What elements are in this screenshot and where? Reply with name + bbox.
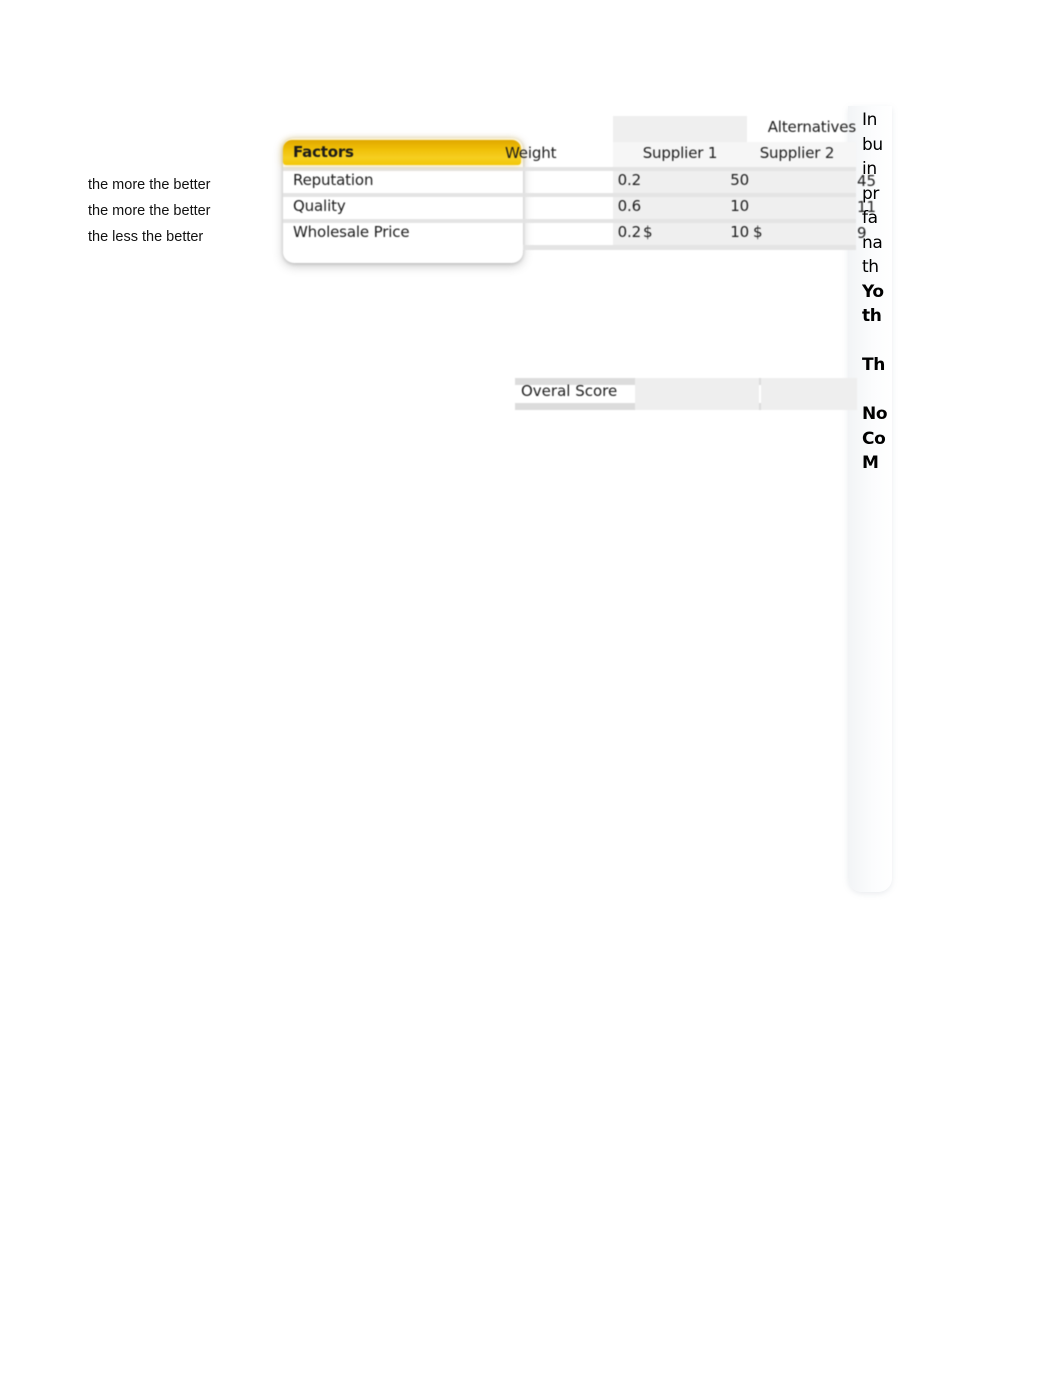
factor-name[interactable]: Reputation [293,171,373,189]
row-band [523,245,856,250]
note-line: fa [862,208,878,228]
annotation-row: the less the better [88,229,204,245]
note-line: in [862,159,877,179]
factors-header-label: Factors [293,143,354,161]
note-line: Yo [862,281,884,302]
factor-name[interactable]: Wholesale Price [293,223,410,241]
note-line: M [862,453,879,473]
overal-score-row: Overal Score [515,378,857,410]
weight-value[interactable]: 0.2 [601,223,642,241]
supplier-1-value[interactable]: 10 [683,223,749,241]
note-line: Co [862,428,886,449]
supplier-2-currency: $ [753,223,763,241]
note-spacer [862,329,896,354]
note-line: na [862,232,883,253]
supplier-2-header: Supplier 2 [759,144,835,162]
supplier-1-value[interactable]: 50 [683,171,749,189]
supplier-1-value[interactable]: 10 [683,197,749,215]
overal-score-supplier-2-cell[interactable] [761,378,857,410]
annotation-row: the more the better [88,203,211,219]
note-line: No [862,404,888,424]
factor-name[interactable]: Quality [293,197,346,215]
weight-value[interactable]: 0.6 [601,197,642,215]
weight-header: Weight [505,144,557,162]
clipped-notes-column[interactable]: In bu in pr fa na th Yo th Th No Co M [862,108,896,898]
overal-score-supplier-1-cell[interactable] [635,378,759,410]
overal-score-label: Overal Score [521,382,618,400]
note-line: bu [862,134,883,155]
annotation-row: the more the better [88,177,211,193]
annotation-column: the more the better the more the better … [88,172,273,250]
supplier-1-header: Supplier 1 [642,144,718,162]
alternatives-header: Alternatives [767,118,856,136]
supplier-1-currency: $ [643,223,653,241]
note-line: Th [862,355,885,375]
note-spacer [862,378,896,403]
note-line: In [862,110,877,130]
note-line: th [862,306,882,326]
weight-value[interactable]: 0.2 [601,171,642,189]
spreadsheet-canvas: the more the better the more the better … [0,0,1062,1377]
factors-header-cell[interactable]: Factors [283,140,521,165]
note-line: th [862,257,879,277]
row-band [613,116,747,142]
note-line: pr [862,183,879,204]
